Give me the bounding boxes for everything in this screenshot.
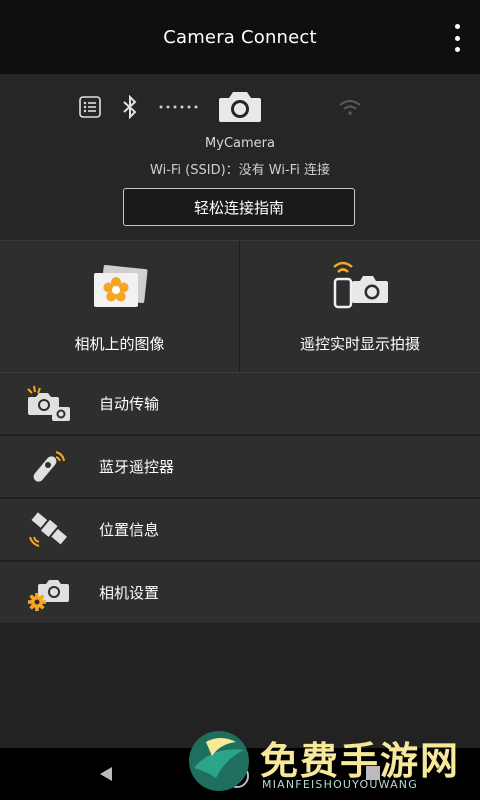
connection-dots-icon bbox=[159, 105, 198, 109]
watermark: 免费手游网 MIANFEISHOUYOUWANG bbox=[186, 728, 478, 798]
list-item-label: 位置信息 bbox=[99, 521, 160, 539]
list-item-bluetooth-remote[interactable]: 蓝牙遥控器 bbox=[0, 436, 480, 499]
satellite-icon bbox=[29, 512, 68, 547]
list-icon[interactable] bbox=[79, 96, 101, 118]
feature-tiles: 相机上的图像 遥控实时显示拍摄 bbox=[0, 240, 480, 373]
watermark-logo-icon bbox=[189, 731, 249, 791]
app-bar: Camera Connect bbox=[0, 0, 480, 74]
ssid-status: Wi-Fi (SSID)：没有 Wi-Fi 连接 bbox=[150, 163, 330, 178]
bluetooth-remote-icon bbox=[33, 451, 65, 482]
watermark-title: 免费手游网 bbox=[260, 738, 461, 783]
list-item-auto-transfer[interactable]: 自动传输 bbox=[0, 373, 480, 436]
auto-transfer-icon bbox=[27, 385, 70, 421]
gallery-images-icon bbox=[94, 265, 148, 307]
camera-settings-icon bbox=[28, 580, 69, 611]
list-item-camera-settings[interactable]: 相机设置 bbox=[0, 562, 480, 625]
list-item-location-info[interactable]: 位置信息 bbox=[0, 499, 480, 562]
camera-name: MyCamera bbox=[205, 136, 275, 151]
tile-camera-images[interactable]: 相机上的图像 bbox=[0, 241, 240, 372]
tile-remote-live-view[interactable]: 遥控实时显示拍摄 bbox=[240, 241, 480, 372]
list-item-label: 相机设置 bbox=[99, 584, 160, 602]
camera-icon bbox=[219, 92, 261, 122]
tile-label-remote-live-view: 遥控实时显示拍摄 bbox=[299, 335, 420, 353]
remote-live-view-icon bbox=[333, 261, 388, 309]
back-icon[interactable] bbox=[98, 766, 114, 782]
tile-label-camera-images: 相机上的图像 bbox=[74, 335, 165, 353]
easy-connection-guide-button[interactable]: 轻松连接指南 bbox=[123, 188, 355, 226]
function-list: 自动传输 蓝牙遥控器 位置信息 相机设置 bbox=[0, 373, 480, 625]
app-title: Camera Connect bbox=[163, 26, 317, 48]
watermark-subtitle: MIANFEISHOUYOUWANG bbox=[262, 778, 418, 791]
more-vert-icon[interactable] bbox=[448, 24, 466, 52]
bluetooth-icon bbox=[123, 95, 137, 119]
wifi-icon bbox=[339, 100, 361, 115]
list-item-label: 自动传输 bbox=[99, 395, 160, 413]
list-item-label: 蓝牙遥控器 bbox=[99, 458, 175, 476]
